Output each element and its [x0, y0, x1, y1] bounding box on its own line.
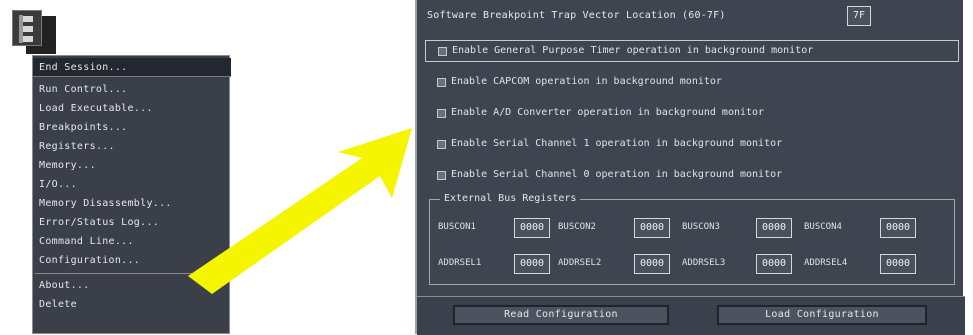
register-label-buscon2: BUSCON2 [558, 222, 596, 232]
checkbox-icon[interactable] [437, 78, 446, 87]
register-input-buscon1[interactable]: 0000 [514, 218, 550, 238]
register-input-buscon3[interactable]: 0000 [756, 218, 792, 238]
checkbox-icon[interactable] [437, 109, 446, 118]
checkbox-icon[interactable] [437, 171, 446, 180]
register-input-addrsel4[interactable]: 0000 [880, 254, 916, 274]
register-label-addrsel1: ADDRSEL1 [438, 258, 482, 268]
group-title: External Bus Registers [440, 193, 581, 204]
option-ad-converter[interactable]: Enable A/D Converter operation in backgr… [425, 103, 959, 125]
option-label: Enable Serial Channel 0 operation in bac… [451, 169, 783, 180]
option-serial-channel-1[interactable]: Enable Serial Channel 1 operation in bac… [425, 134, 959, 156]
option-capcom[interactable]: Enable CAPCOM operation in background mo… [425, 72, 959, 94]
option-label: Enable Serial Channel 1 operation in bac… [451, 138, 783, 149]
register-label-addrsel2: ADDRSEL2 [558, 258, 602, 268]
option-general-purpose-timer[interactable]: Enable General Purpose Timer operation i… [425, 40, 959, 62]
trap-vector-input[interactable]: 7F [847, 6, 871, 26]
button-bar: Read Configuration Load Configuration [417, 296, 965, 335]
load-configuration-button[interactable]: Load Configuration [717, 305, 927, 325]
external-bus-registers-group: External Bus Registers BUSCON1 0000 BUSC… [429, 193, 955, 285]
register-input-addrsel3[interactable]: 0000 [756, 254, 792, 274]
read-configuration-button[interactable]: Read Configuration [453, 305, 669, 325]
register-label-addrsel3: ADDRSEL3 [682, 258, 726, 268]
configuration-dialog: Software Breakpoint Trap Vector Location… [415, 0, 965, 335]
checkbox-icon[interactable] [438, 47, 447, 56]
register-label-addrsel4: ADDRSEL4 [804, 258, 848, 268]
option-serial-channel-0[interactable]: Enable Serial Channel 0 operation in bac… [425, 165, 959, 187]
trap-vector-label: Software Breakpoint Trap Vector Location… [427, 10, 726, 21]
register-input-addrsel2[interactable]: 0000 [634, 254, 670, 274]
option-label: Enable CAPCOM operation in background mo… [451, 76, 722, 87]
register-input-buscon4[interactable]: 0000 [880, 218, 916, 238]
register-label-buscon4: BUSCON4 [804, 222, 842, 232]
register-input-buscon2[interactable]: 0000 [634, 218, 670, 238]
register-label-buscon1: BUSCON1 [438, 222, 476, 232]
register-input-addrsel1[interactable]: 0000 [514, 254, 550, 274]
option-label: Enable General Purpose Timer operation i… [452, 45, 814, 56]
option-label: Enable A/D Converter operation in backgr… [451, 107, 765, 118]
register-label-buscon3: BUSCON3 [682, 222, 720, 232]
checkbox-icon[interactable] [437, 140, 446, 149]
